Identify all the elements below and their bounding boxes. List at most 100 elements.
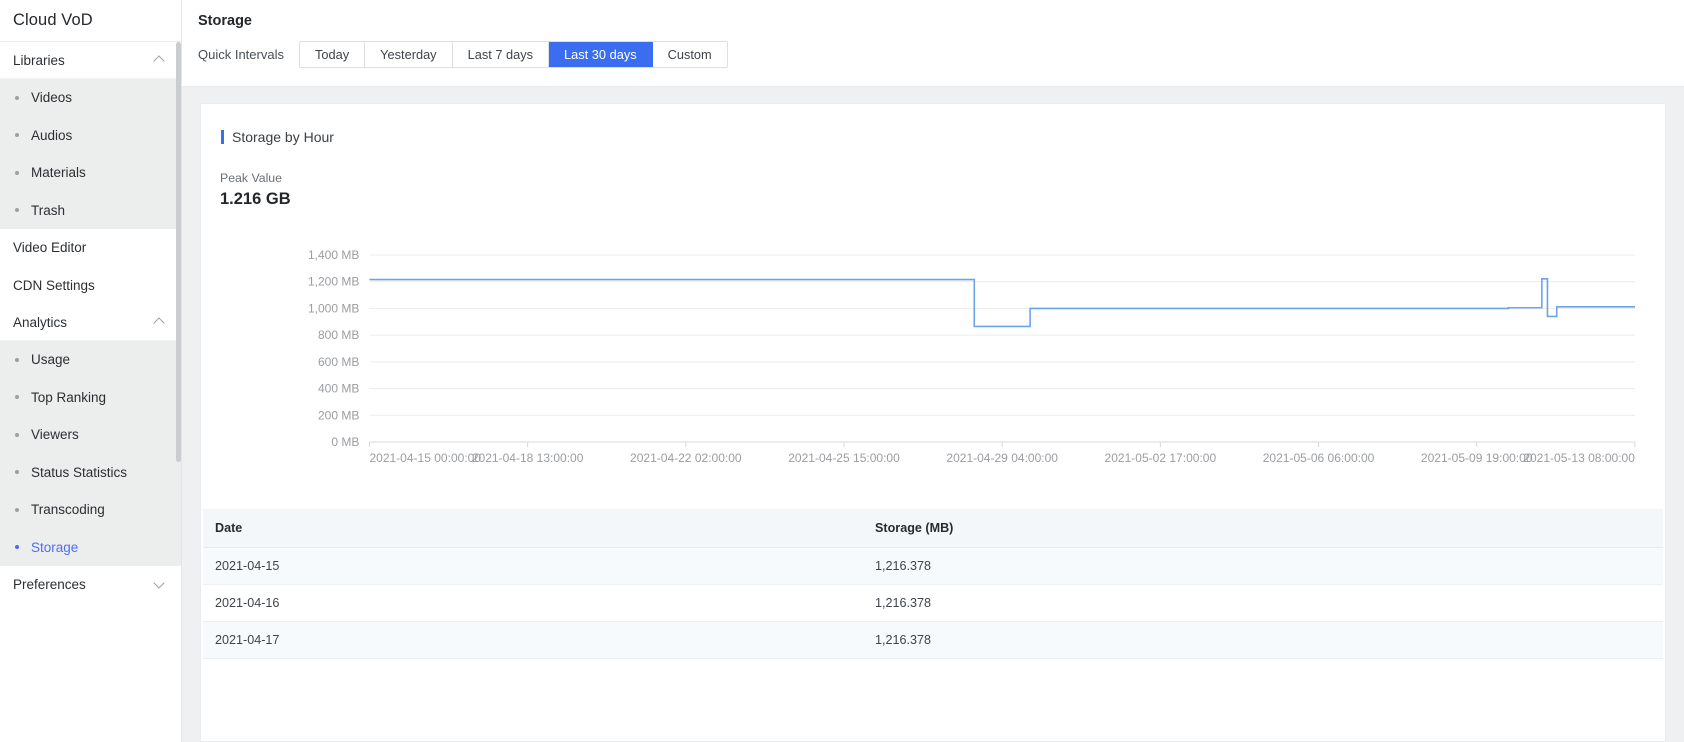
bullet-icon [15,432,19,437]
chart-x-axis-ticks [368,442,1636,447]
interval-segmented-control: Today Yesterday Last 7 days Last 30 days… [298,41,728,68]
svg-text:2021-05-06 06:00:00: 2021-05-06 06:00:00 [1263,451,1375,465]
sidebar-item-storage[interactable]: Storage [0,529,181,567]
bullet-icon [15,208,19,213]
sidebar-item-audios[interactable]: Audios [0,117,181,155]
sidebar-item-materials[interactable]: Materials [0,154,181,192]
sidebar-group-preferences[interactable]: Preferences [0,566,181,603]
column-header-date[interactable]: Date [203,509,863,548]
sidebar-item-viewers[interactable]: Viewers [0,416,181,454]
sidebar-submenu-libraries: Videos Audios Materials Trash [0,79,181,229]
sidebar-group-analytics-label: Analytics [13,314,68,330]
svg-text:2021-04-25 15:00:00: 2021-04-25 15:00:00 [788,451,900,465]
table-row[interactable]: 2021-04-16 1,216.378 [203,584,1663,622]
svg-text:1,200 MB: 1,200 MB [308,275,359,289]
bullet-icon [15,395,19,400]
svg-text:2021-05-09 19:00:00: 2021-05-09 19:00:00 [1421,451,1533,465]
sidebar-item-top-ranking-label: Top Ranking [31,389,107,405]
sidebar-submenu-analytics: Usage Top Ranking Viewers Status Statist… [0,341,181,566]
interval-custom-button[interactable]: Custom [652,42,727,67]
sidebar-item-transcoding-label: Transcoding [31,502,105,518]
table-body: 2021-04-15 1,216.378 2021-04-16 1,216.37… [203,547,1663,659]
sidebar-scrollbar[interactable] [176,42,181,462]
chevron-up-icon [154,54,167,67]
peak-value-label: Peak Value [220,171,282,185]
svg-text:2021-04-15 00:00:00: 2021-04-15 00:00:00 [369,451,481,465]
sidebar-group-preferences-label: Preferences [13,577,86,592]
storage-line-chart-svg: 0 MB 200 MB 400 MB 600 MB 800 MB 1,000 MB 1,20… [308,248,1636,465]
svg-text:800 MB: 800 MB [318,328,359,342]
sidebar-item-trash[interactable]: Trash [0,192,181,230]
sidebar-item-video-editor[interactable]: Video Editor [0,229,181,267]
main-area: Storage Quick Intervals Today Yesterday … [182,0,1684,742]
sidebar-group-libraries[interactable]: Libraries [0,42,181,79]
svg-text:2021-04-22 02:00:00: 2021-04-22 02:00:00 [630,451,742,465]
bullet-icon [15,507,19,512]
column-header-storage[interactable]: Storage (MB) [863,509,1663,548]
svg-text:2021-05-13 08:00:00: 2021-05-13 08:00:00 [1523,451,1635,465]
cell-date: 2021-04-17 [203,621,863,659]
interval-yesterday-button[interactable]: Yesterday [365,42,453,67]
peak-value-block: Peak Value 1.216 GB [201,145,1665,209]
chart-data-line [369,277,1635,328]
page-title: Storage [198,13,252,29]
storage-chart[interactable]: 0 MB 200 MB 400 MB 600 MB 800 MB 1,000 MB 1,20… [201,227,1665,497]
bullet-icon [15,357,19,362]
app-root: Cloud VoD Libraries Videos Audios Materi… [0,0,1684,742]
cell-storage: 1,216.378 [863,621,1663,659]
storage-card: Storage by Hour Peak Value 1.216 GB 0 MB… [200,103,1666,742]
svg-text:2021-05-02 17:00:00: 2021-05-02 17:00:00 [1105,451,1217,465]
svg-text:0 MB: 0 MB [331,435,359,449]
sidebar-item-status-statistics-label: Status Statistics [31,464,128,480]
sidebar-item-usage[interactable]: Usage [0,341,181,379]
svg-text:400 MB: 400 MB [318,382,359,396]
svg-text:600 MB: 600 MB [318,355,359,369]
cell-storage: 1,216.378 [863,547,1663,585]
card-header: Storage by Hour [201,104,1665,145]
peak-value-number: 1.216 GB [220,190,291,208]
chevron-up-icon [154,316,167,329]
sidebar: Cloud VoD Libraries Videos Audios Materi… [0,0,182,742]
accent-bar-icon [221,130,224,144]
interval-today-button[interactable]: Today [299,42,366,67]
sidebar-group-libraries-label: Libraries [13,52,65,68]
sidebar-item-materials-label: Materials [31,165,86,181]
sidebar-item-audios-label: Audios [31,127,73,143]
table-row[interactable]: 2021-04-15 1,216.378 [203,547,1663,585]
content-area: Storage by Hour Peak Value 1.216 GB 0 MB… [182,87,1684,742]
table-head: Date Storage (MB) [203,509,1663,548]
sidebar-item-videos-label: Videos [31,90,73,106]
interval-last-7-days-button[interactable]: Last 7 days [452,42,550,67]
sidebar-item-viewers-label: Viewers [31,427,79,443]
bullet-icon [15,170,19,175]
sidebar-item-video-editor-label: Video Editor [13,240,87,256]
brand-logo: Cloud VoD [0,0,181,42]
chevron-down-icon [154,578,167,591]
cell-date: 2021-04-15 [203,547,863,585]
chart-x-axis-labels: 2021-04-15 00:00:002021-04-18 13:00:00 20… [369,451,1635,465]
sidebar-item-usage-label: Usage [31,352,71,368]
quick-intervals-row: Quick Intervals Today Yesterday Last 7 d… [182,41,1684,86]
table-row[interactable]: 2021-04-17 1,216.378 [203,621,1663,659]
card-title: Storage by Hour [232,129,334,145]
svg-text:200 MB: 200 MB [318,408,359,422]
sidebar-item-cdn-settings-label: CDN Settings [13,277,95,293]
bullet-icon [15,95,19,100]
sidebar-item-top-ranking[interactable]: Top Ranking [0,379,181,417]
sidebar-item-cdn-settings[interactable]: CDN Settings [0,266,181,304]
storage-table-wrap: Date Storage (MB) 2021-04-15 1,216.378 2… [203,509,1663,659]
sidebar-item-status-statistics[interactable]: Status Statistics [0,454,181,492]
sidebar-group-analytics[interactable]: Analytics [0,304,181,341]
bullet-icon [15,470,19,475]
sidebar-item-transcoding[interactable]: Transcoding [0,491,181,529]
sidebar-item-videos[interactable]: Videos [0,79,181,117]
table-header-row: Date Storage (MB) [203,509,1663,548]
svg-text:1,400 MB: 1,400 MB [308,248,359,262]
svg-text:2021-04-29 04:00:00: 2021-04-29 04:00:00 [946,451,1058,465]
chart-y-axis-labels: 0 MB 200 MB 400 MB 600 MB 800 MB 1,000 MB 1,20… [308,248,359,449]
cell-storage: 1,216.378 [863,584,1663,622]
sidebar-item-storage-label: Storage [31,539,79,555]
chart-gridlines [369,254,1635,443]
interval-last-30-days-button[interactable]: Last 30 days [549,42,653,67]
quick-intervals-label: Quick Intervals [198,47,284,62]
